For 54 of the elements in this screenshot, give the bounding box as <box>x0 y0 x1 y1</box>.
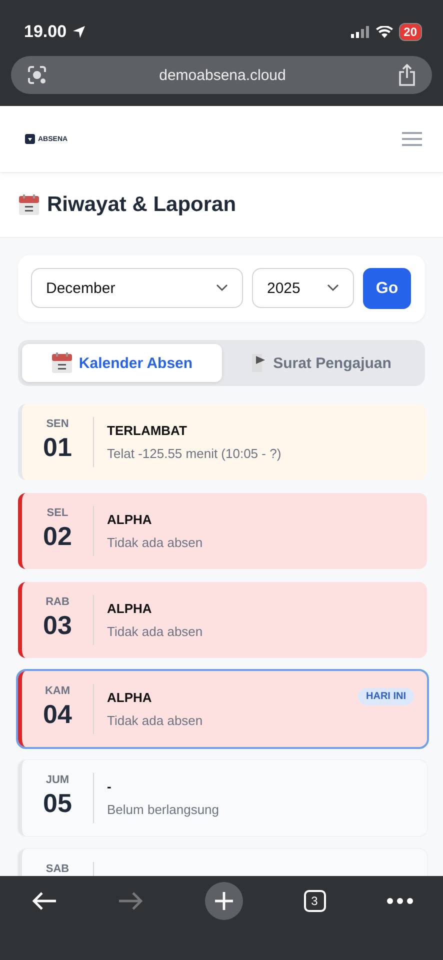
month-select[interactable]: December <box>31 268 243 308</box>
status-note: Tidak ada absen <box>107 535 203 550</box>
day-number: 04 <box>43 699 72 730</box>
day-number: 03 <box>43 610 72 641</box>
address-bar[interactable]: demoabsena.cloud <box>11 56 432 94</box>
weekday-label: JUM <box>46 774 70 786</box>
chevron-down-icon <box>327 284 339 292</box>
tab-count[interactable]: 3 <box>304 890 326 912</box>
location-arrow-icon <box>72 25 86 39</box>
status-note: Tidak ada absen <box>107 713 203 728</box>
clock-time: 19.00 <box>24 22 67 42</box>
tab[interactable]: Kalender Absen <box>22 344 222 382</box>
new-tab-icon[interactable] <box>204 882 242 920</box>
wifi-icon <box>376 26 393 38</box>
battery-level: 20 <box>400 24 421 40</box>
status-label: ALPHA <box>107 601 153 616</box>
weekday-label: SEN <box>46 418 69 430</box>
flag-icon <box>251 353 268 373</box>
status-note: Belum berlangsung <box>107 802 220 817</box>
share-icon[interactable] <box>398 64 416 86</box>
more-icon[interactable] <box>386 898 412 904</box>
tab[interactable]: Surat Pengajuan <box>222 344 421 382</box>
day-number: 05 <box>43 788 72 819</box>
back-icon[interactable] <box>30 891 56 911</box>
day-number: 02 <box>43 521 72 552</box>
calendar-icon <box>18 194 40 216</box>
absent-day-card[interactable]: RAB 03 ALPHA Tidak ada absen <box>18 582 427 658</box>
status-label: ALPHA <box>107 512 153 527</box>
weekday-label: SAB <box>46 863 70 875</box>
logo-icon <box>25 134 35 144</box>
chevron-down-icon <box>216 284 228 292</box>
url-text: demoabsena.cloud <box>158 66 287 84</box>
today-badge: HARI INI <box>358 688 414 705</box>
weekday-label: RAB <box>46 596 70 608</box>
menu-icon[interactable] <box>402 131 422 147</box>
status-label: - <box>107 779 112 794</box>
status-label: TERLAMBAT <box>107 423 188 438</box>
year-select[interactable]: 2025 <box>252 268 354 308</box>
status-note: Tidak ada absen <box>107 624 203 639</box>
upcoming-day-card[interactable]: JUM 05 - Belum berlangsung <box>18 760 427 836</box>
upcoming-day-card[interactable]: SAB <box>18 849 427 876</box>
signal-icon <box>350 26 369 38</box>
page-title: Riwayat & Laporan <box>47 193 236 217</box>
status-note: Telat -125.55 menit (10:05 - ?) <box>107 446 282 461</box>
absent-day-card[interactable]: KAM 04 ALPHA Tidak ada absen HARI INI <box>18 671 427 747</box>
late-day-card[interactable]: SEN 01 TERLAMBAT Telat -125.55 menit (10:05 - ?) <box>18 404 427 480</box>
camera-lens-icon[interactable] <box>27 65 47 85</box>
absent-day-card[interactable]: SEL 02 ALPHA Tidak ada absen <box>18 493 427 569</box>
weekday-label: SEL <box>46 507 68 519</box>
go-button[interactable]: Go <box>363 268 411 309</box>
day-number: 01 <box>43 432 72 463</box>
status-label: ALPHA <box>107 690 153 705</box>
weekday-label: KAM <box>44 685 70 697</box>
calendar-icon <box>50 352 73 374</box>
